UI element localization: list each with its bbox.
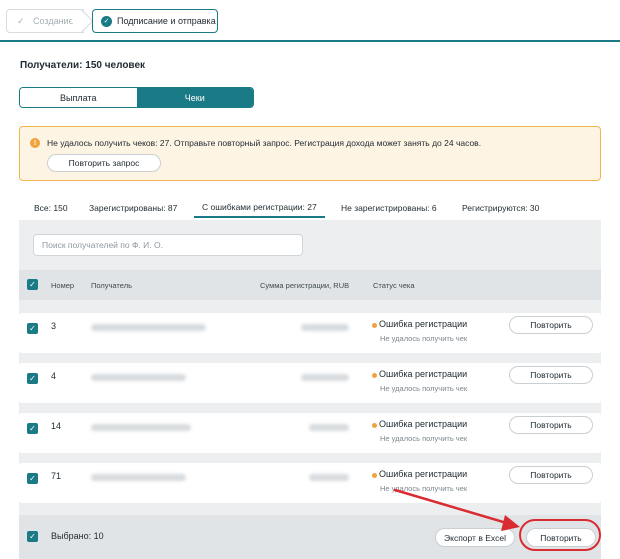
status-text: Ошибка регистрации [379, 469, 468, 479]
selected-count: Выбрано: 10 [51, 531, 104, 541]
mode-switch: Выплата Чеки [19, 87, 254, 108]
row-checkbox[interactable]: ✓ [27, 423, 38, 434]
retry-button[interactable]: Повторить [509, 316, 593, 334]
selection-footer: ✓ Выбрано: 10 Экспорт в Excel Повторить [19, 515, 601, 559]
status-tabs: Все: 150 Зарегистрированы: 87 С ошибками… [19, 198, 601, 220]
retry-button[interactable]: Повторить [509, 466, 593, 484]
amount-redacted [309, 424, 349, 431]
row-number: 14 [51, 421, 62, 431]
tab-registration-errors[interactable]: С ошибками регистрации: 27 [194, 198, 325, 218]
search-input[interactable]: Поиск получателей по Ф. И. О. [33, 234, 303, 256]
row-checkbox[interactable]: ✓ [27, 323, 38, 334]
tab-not-registered[interactable]: Не зарегистрированы: 6 [341, 198, 437, 218]
table-row[interactable]: ✓ 3 Ошибка регистрации Не удалось получи… [19, 313, 601, 353]
chevron-right-icon [70, 9, 94, 33]
warning-banner: ! Не удалось получить чеков: 27. Отправь… [19, 126, 601, 181]
status-text: Ошибка регистрации [379, 419, 468, 429]
status-dot-icon [372, 473, 377, 478]
retry-button[interactable]: Повторить [509, 416, 593, 434]
column-amount: Сумма регистрации, RUB [260, 281, 350, 290]
tab-registered[interactable]: Зарегистрированы: 87 [89, 198, 177, 218]
highlight-ring [519, 519, 601, 551]
check-circle-icon: ✓ [101, 15, 112, 27]
table-row[interactable]: ✓ 71 Ошибка регистрации Не удалось получ… [19, 463, 601, 503]
row-checkbox[interactable]: ✓ [27, 373, 38, 384]
recipient-name-redacted [91, 324, 206, 331]
segment-receipts[interactable]: Чеки [136, 88, 253, 107]
step-create-label: Создание [33, 16, 74, 26]
amount-redacted [309, 474, 349, 481]
check-icon: ✓ [17, 16, 25, 26]
retry-request-button[interactable]: Повторить запрос [47, 154, 161, 172]
recipient-name-redacted [91, 424, 191, 431]
row-number: 4 [51, 371, 57, 381]
status-dot-icon [372, 323, 377, 328]
step-sign-send[interactable]: ✓ Подписание и отправка [92, 9, 218, 33]
warning-icon: ! [30, 138, 40, 148]
step-create[interactable]: ✓ Создание [6, 9, 94, 33]
row-number: 3 [51, 321, 57, 331]
select-all-checkbox[interactable]: ✓ [27, 279, 38, 290]
segment-payout[interactable]: Выплата [20, 88, 137, 107]
tab-all[interactable]: Все: 150 [34, 198, 68, 218]
retry-button[interactable]: Повторить [509, 366, 593, 384]
tab-registering[interactable]: Регистрируются: 30 [462, 198, 539, 218]
warning-message: Не удалось получить чеков: 27. Отправьте… [47, 138, 482, 148]
status-subtext: Не удалось получить чек [380, 434, 468, 443]
column-recipient: Получатель [91, 281, 132, 290]
recipients-table: Поиск получателей по Ф. И. О. ✓ Номер По… [19, 220, 601, 559]
recipient-name-redacted [91, 374, 186, 381]
table-header: ✓ Номер Получатель Сумма регистрации, RU… [19, 270, 601, 300]
status-dot-icon [372, 423, 377, 428]
export-excel-button[interactable]: Экспорт в Excel [435, 528, 515, 547]
page-title: Получатели: 150 человек [20, 60, 146, 71]
footer-checkbox[interactable]: ✓ [27, 531, 38, 542]
status-dot-icon [372, 373, 377, 378]
row-number: 71 [51, 471, 62, 481]
status-subtext: Не удалось получить чек [380, 484, 468, 493]
row-checkbox[interactable]: ✓ [27, 473, 38, 484]
status-subtext: Не удалось получить чек [380, 384, 468, 393]
stepper: ✓ Создание ✓ Подписание и отправка [0, 0, 620, 42]
table-row[interactable]: ✓ 4 Ошибка регистрации Не удалось получи… [19, 363, 601, 403]
column-status: Статус чека [373, 281, 415, 290]
status-text: Ошибка регистрации [379, 369, 468, 379]
step-sign-send-label: Подписание и отправка [117, 16, 216, 26]
table-row[interactable]: ✓ 14 Ошибка регистрации Не удалось получ… [19, 413, 601, 453]
status-subtext: Не удалось получить чек [380, 334, 468, 343]
recipient-name-redacted [91, 474, 186, 481]
amount-redacted [301, 374, 349, 381]
amount-redacted [301, 324, 349, 331]
column-number: Номер [51, 281, 75, 290]
status-text: Ошибка регистрации [379, 319, 468, 329]
